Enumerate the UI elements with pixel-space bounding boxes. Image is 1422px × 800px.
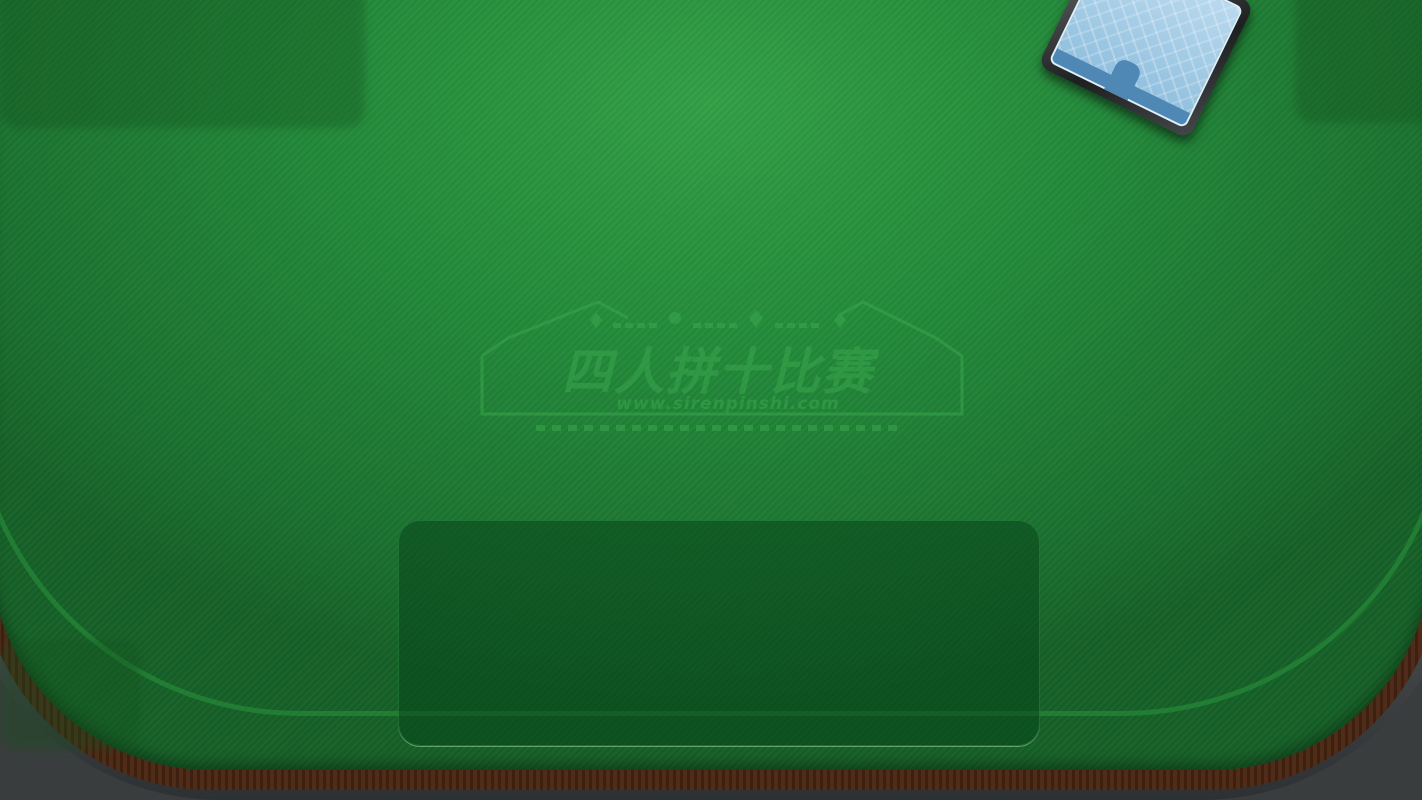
player-seat-bottom-left — [0, 640, 140, 750]
player-seat-top-right — [1295, 0, 1422, 123]
game-table-screen: 四人拼十比赛 www.sirenpinshi.com — [0, 0, 1422, 800]
logo-url: www.sirenpinshi.com — [616, 394, 840, 414]
player-seat-top-left — [0, 0, 365, 128]
card-play-area — [398, 520, 1040, 746]
table-logo-watermark: 四人拼十比赛 www.sirenpinshi.com — [478, 298, 966, 438]
